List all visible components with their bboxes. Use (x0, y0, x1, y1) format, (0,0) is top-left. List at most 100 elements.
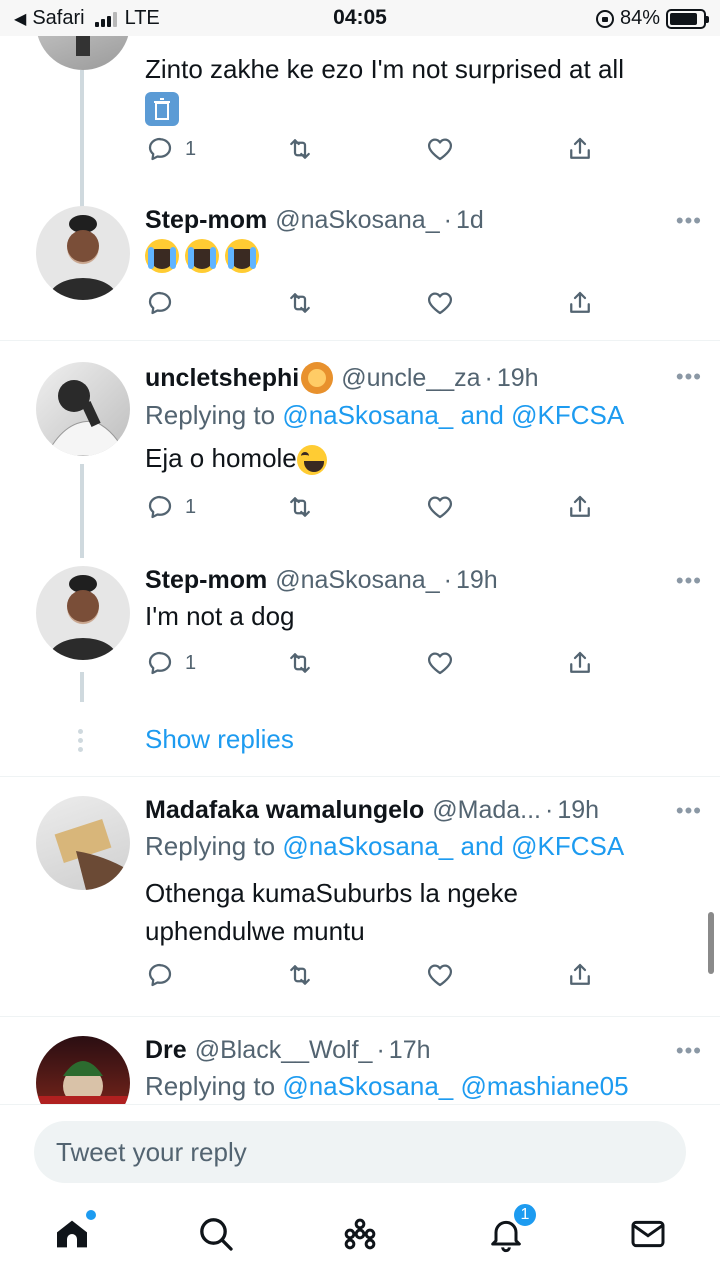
reply-button[interactable]: 1 (145, 648, 196, 678)
tweet-text-content: Eja o homole (145, 443, 297, 473)
scrollbar[interactable] (708, 912, 714, 974)
avatar[interactable] (36, 796, 130, 890)
mention-link[interactable]: @naSkosana_ (282, 1071, 453, 1101)
replying-prefix: Replying to (145, 831, 276, 861)
messages-icon (631, 1220, 665, 1248)
mention-link[interactable]: @mashiane05 (461, 1071, 629, 1101)
author-handle[interactable]: @naSkosana_ (275, 206, 439, 235)
lion-emoji-icon (301, 362, 334, 394)
share-button[interactable] (565, 134, 595, 164)
author-handle[interactable]: @naSkosana_ (275, 566, 439, 595)
mention-link[interactable]: @naSkosana_ (282, 831, 453, 861)
tab-home[interactable] (52, 1210, 96, 1254)
reply-bar (0, 1104, 720, 1200)
tweet-actions: 1 (145, 134, 605, 166)
crying-emoji-icon (185, 239, 219, 273)
author-handle[interactable]: @Black__Wolf_ (195, 1036, 373, 1065)
share-button[interactable] (565, 960, 595, 990)
retweet-icon (290, 293, 310, 313)
avatar[interactable] (36, 206, 130, 300)
like-button[interactable] (425, 960, 455, 990)
tweet-time: 19h (496, 363, 539, 392)
avatar[interactable] (36, 362, 130, 456)
separator: · (484, 363, 493, 392)
heart-icon (427, 652, 453, 675)
share-icon (570, 963, 590, 985)
author-handle[interactable]: @uncle__za (341, 364, 480, 393)
show-replies-link[interactable]: Show replies (145, 724, 294, 755)
reply-icon (148, 137, 172, 161)
tweet-item[interactable]: Zinto zakhe ke ezo I'm not surprised at … (0, 36, 720, 216)
crying-emoji-icon (145, 239, 179, 273)
tab-search[interactable] (196, 1214, 236, 1254)
replying-to: Replying to @naSkosana_ @mashiane05 (145, 1071, 690, 1102)
tweet-text-line: Othenga kumaSuburbs la ngeke (145, 878, 518, 908)
tweet-text: Zinto zakhe ke ezo I'm not surprised at … (145, 54, 624, 84)
retweet-button[interactable] (285, 288, 315, 318)
retweet-button[interactable] (285, 960, 315, 990)
author-name[interactable]: Step-mom (145, 566, 267, 595)
tweet-time: 19h (455, 566, 498, 594)
like-button[interactable] (425, 648, 455, 678)
tab-notifications[interactable]: 1 (486, 1202, 538, 1254)
retweet-button[interactable] (285, 648, 315, 678)
replying-prefix: Replying to (145, 1071, 276, 1101)
more-options-icon[interactable]: ••• (676, 208, 702, 234)
mention-link[interactable]: @KFCSA (511, 400, 624, 430)
share-icon (570, 651, 590, 673)
crying-emoji-icon (225, 239, 259, 273)
author-name[interactable]: uncletshephi (145, 364, 299, 393)
tweet-item[interactable]: uncletshephi @uncle__za · 19h Replying t… (0, 362, 720, 502)
search-icon (200, 1218, 233, 1251)
notifications-badge: 1 (512, 1202, 538, 1228)
more-options-icon[interactable]: ••• (676, 364, 702, 390)
author-name[interactable]: Dre (145, 1036, 187, 1065)
avatar[interactable] (36, 1036, 130, 1104)
reply-button[interactable]: 1 (145, 492, 196, 522)
share-button[interactable] (565, 492, 595, 522)
reply-button[interactable]: 1 (145, 134, 196, 164)
author-name[interactable]: Madafaka wamalungelo (145, 796, 424, 825)
author-handle[interactable]: @Mada... (432, 796, 541, 825)
more-options-icon[interactable]: ••• (676, 1038, 702, 1064)
tweet-feed[interactable]: Zinto zakhe ke ezo I'm not surprised at … (0, 36, 720, 1104)
share-icon (570, 137, 590, 159)
home-notification-dot (86, 1210, 96, 1220)
like-button[interactable] (425, 492, 455, 522)
author-name[interactable]: Step-mom (145, 206, 267, 235)
reply-icon (148, 495, 172, 519)
reply-count: 1 (185, 651, 197, 674)
share-button[interactable] (565, 288, 595, 318)
tweet-item[interactable]: Dre @Black__Wolf_ · 17h Replying to @naS… (0, 1036, 720, 1104)
tweet-actions (145, 288, 605, 320)
share-icon (570, 495, 590, 517)
mention-joiner[interactable]: and (461, 400, 504, 430)
like-button[interactable] (425, 288, 455, 318)
like-button[interactable] (425, 134, 455, 164)
avatar[interactable] (36, 36, 130, 70)
share-button[interactable] (565, 648, 595, 678)
mention-link[interactable]: @KFCSA (511, 831, 624, 861)
separator: · (376, 1036, 385, 1064)
tab-spaces[interactable] (340, 1214, 380, 1254)
retweet-button[interactable] (285, 492, 315, 522)
reply-button[interactable] (145, 960, 175, 990)
tab-messages[interactable] (628, 1214, 668, 1254)
retweet-button[interactable] (285, 134, 315, 164)
reply-icon (148, 651, 172, 675)
heart-icon (427, 138, 453, 161)
more-options-icon[interactable]: ••• (676, 798, 702, 824)
trash-emoji-icon (145, 92, 179, 126)
reply-button[interactable] (145, 288, 175, 318)
share-icon (570, 291, 590, 313)
tweet-reply-input[interactable] (34, 1121, 686, 1183)
mention-joiner[interactable]: and (461, 831, 504, 861)
more-options-icon[interactable]: ••• (676, 568, 702, 594)
replying-to: Replying to @naSkosana_ and @KFCSA (145, 400, 690, 431)
mention-link[interactable]: @naSkosana_ (282, 400, 453, 430)
tweet-actions: 1 (145, 492, 605, 524)
tweet-actions (145, 960, 605, 992)
heart-icon (427, 964, 453, 987)
avatar[interactable] (36, 566, 130, 660)
separator: · (545, 796, 554, 824)
